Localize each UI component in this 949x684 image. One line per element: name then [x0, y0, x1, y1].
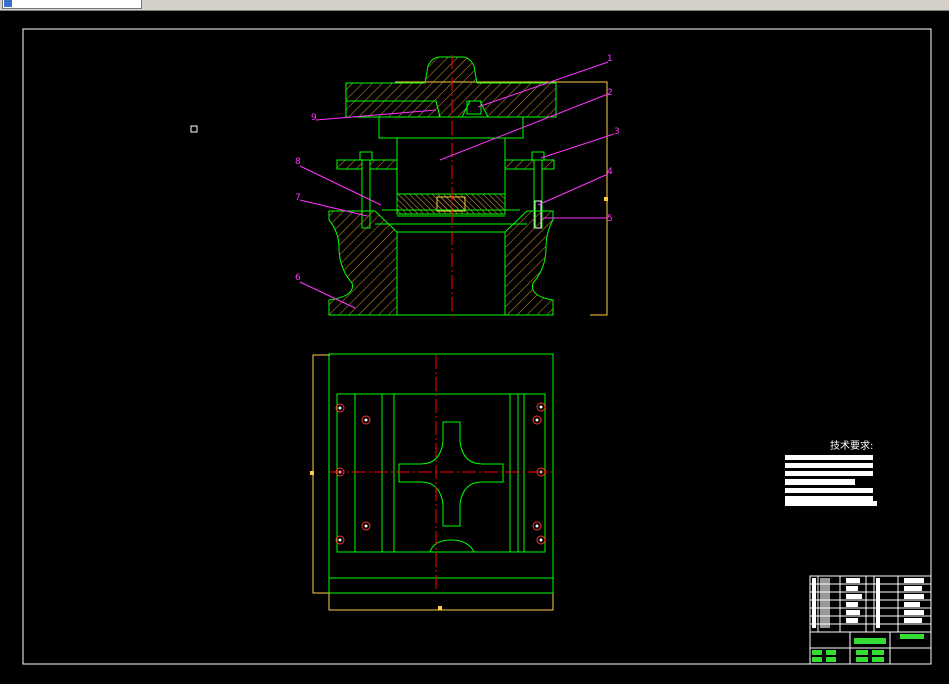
plan-dimension-extent [312, 354, 330, 594]
title-block-green-cells [812, 650, 884, 662]
technical-requirements: 技术要求: [785, 439, 877, 506]
drawing-canvas[interactable]: 1 2 3 4 5 6 7 8 9 技术要求: [0, 11, 949, 684]
plan-outer-plate [328, 353, 554, 594]
part-number-7: 7 [295, 193, 301, 203]
title-block-text-marks [812, 578, 924, 628]
pickbox-cursor [190, 125, 198, 133]
lower-die-block-right [504, 210, 554, 316]
bolt-holes [335, 402, 546, 545]
plan-view [310, 353, 554, 611]
part-number-5: 5 [607, 214, 613, 224]
part-number-4: 4 [607, 167, 613, 177]
part-number-2: 2 [607, 88, 613, 98]
front-section-view [328, 55, 608, 318]
part-number-8: 8 [295, 157, 301, 167]
cad-application: 1 2 3 4 5 6 7 8 9 技术要求: [0, 0, 949, 684]
drawing-file-icon [4, 0, 12, 7]
title-block-drawing-no [900, 634, 924, 639]
punch-body [396, 137, 506, 195]
part-number-6: 6 [295, 273, 301, 283]
title-block-name-field [854, 638, 886, 644]
plan-inner-plate [336, 393, 546, 553]
part-number-1: 1 [607, 54, 613, 64]
title-bar [0, 0, 949, 11]
lower-die-block [328, 210, 398, 316]
grip-handle [604, 197, 608, 201]
cross-punch-outline [398, 421, 504, 527]
die-cavity [396, 231, 506, 316]
tech-requirements-title: 技术要求: [830, 439, 873, 452]
part-number-3: 3 [614, 127, 620, 137]
part-number-9: 9 [311, 113, 317, 123]
upper-plate [378, 116, 524, 139]
drawing-tab[interactable] [2, 0, 142, 9]
